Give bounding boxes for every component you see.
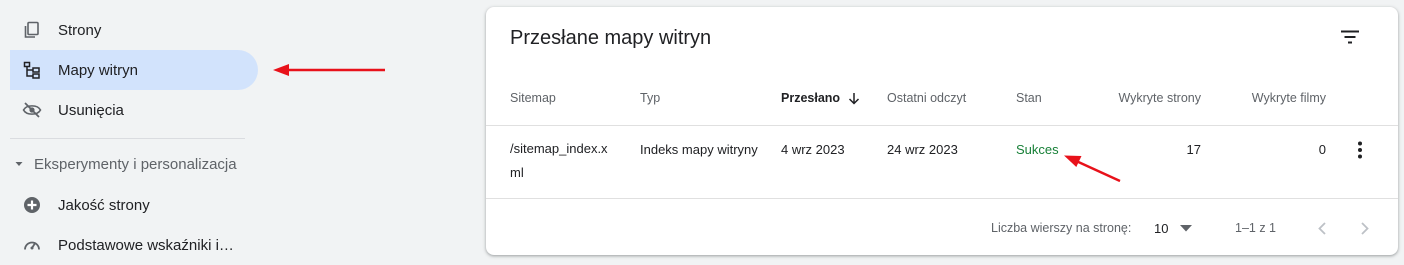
column-header-pages[interactable]: Wykryte strony (1118, 91, 1201, 105)
filter-button[interactable] (1336, 23, 1364, 51)
chevron-down-icon (1180, 223, 1194, 233)
sidebar-item-label: Strony (58, 21, 102, 39)
sidebar: Strony Mapy witryn Usunięcia Eksperyment… (0, 0, 270, 262)
column-header-label: Przesłano (781, 91, 841, 105)
column-header-status[interactable]: Stan (1016, 91, 1042, 105)
pagination-range: 1–1 z 1 (1235, 221, 1277, 235)
sidebar-item-label: Jakość strony (58, 196, 150, 214)
column-header-type[interactable]: Typ (640, 91, 660, 105)
cell-submitted: 4 wrz 2023 (781, 142, 845, 157)
cell-pages: 17 (1186, 142, 1201, 157)
arrow-down-icon (848, 92, 860, 105)
cell-sitemap-line: ml (510, 165, 524, 180)
cell-videos: 0 (1318, 142, 1326, 157)
chevron-left-icon (1318, 221, 1326, 235)
sidebar-item-sitemaps[interactable]: Mapy witryn (10, 50, 258, 90)
sidebar-item-page-quality[interactable]: Jakość strony (10, 185, 258, 225)
pages-icon (22, 20, 42, 40)
rows-per-page-label: Liczba wierszy na stronę: (991, 221, 1132, 235)
sidebar-item-pages[interactable]: Strony (10, 10, 258, 50)
annotation-arrow-sidebar (273, 64, 385, 76)
row-divider (486, 198, 1398, 199)
cell-sitemap: /sitemap_index.x ml (510, 137, 608, 185)
card-title: Przesłane mapy witryn (510, 27, 712, 49)
cell-last-read: 24 wrz 2023 (887, 142, 958, 157)
web-vitals-icon (22, 235, 42, 255)
more-vert-icon (1357, 141, 1363, 159)
sidebar-item-label: Podstawowe wskaźniki i… (58, 236, 234, 254)
section-label: Eksperymenty i personalizacja (34, 155, 237, 173)
removals-icon (22, 100, 42, 120)
submitted-sitemaps-card: Przesłane mapy witryn Sitemap Typ Przesł… (486, 7, 1398, 255)
sitemap-icon (22, 60, 42, 80)
status-badge: Sukces (1016, 142, 1059, 157)
filter-icon (1340, 30, 1360, 44)
caret-down-icon (14, 159, 24, 169)
page-quality-icon (22, 195, 42, 215)
header-divider (486, 125, 1398, 126)
column-header-videos[interactable]: Wykryte filmy (1252, 91, 1326, 105)
next-page-button[interactable] (1353, 216, 1377, 240)
column-header-sitemap[interactable]: Sitemap (510, 91, 556, 105)
rows-per-page-select[interactable]: 10 (1154, 216, 1204, 240)
sidebar-item-label: Usunięcia (58, 101, 124, 119)
rows-per-page-value: 10 (1154, 220, 1169, 236)
sidebar-item-label: Mapy witryn (58, 61, 139, 79)
column-header-last-read[interactable]: Ostatni odczyt (887, 91, 966, 105)
sidebar-divider (10, 138, 245, 139)
chevron-right-icon (1361, 221, 1369, 235)
column-header-submitted[interactable]: Przesłano (781, 91, 860, 105)
row-menu-button[interactable] (1350, 139, 1370, 161)
previous-page-button[interactable] (1310, 216, 1334, 240)
cell-type: Indeks mapy witryny (640, 142, 758, 157)
cell-sitemap-line: /sitemap_index.x (510, 141, 608, 156)
sidebar-item-removals[interactable]: Usunięcia (10, 90, 258, 130)
section-experiments[interactable]: Eksperymenty i personalizacja (14, 152, 237, 176)
sidebar-item-web-vitals[interactable]: Podstawowe wskaźniki i… (10, 225, 258, 265)
